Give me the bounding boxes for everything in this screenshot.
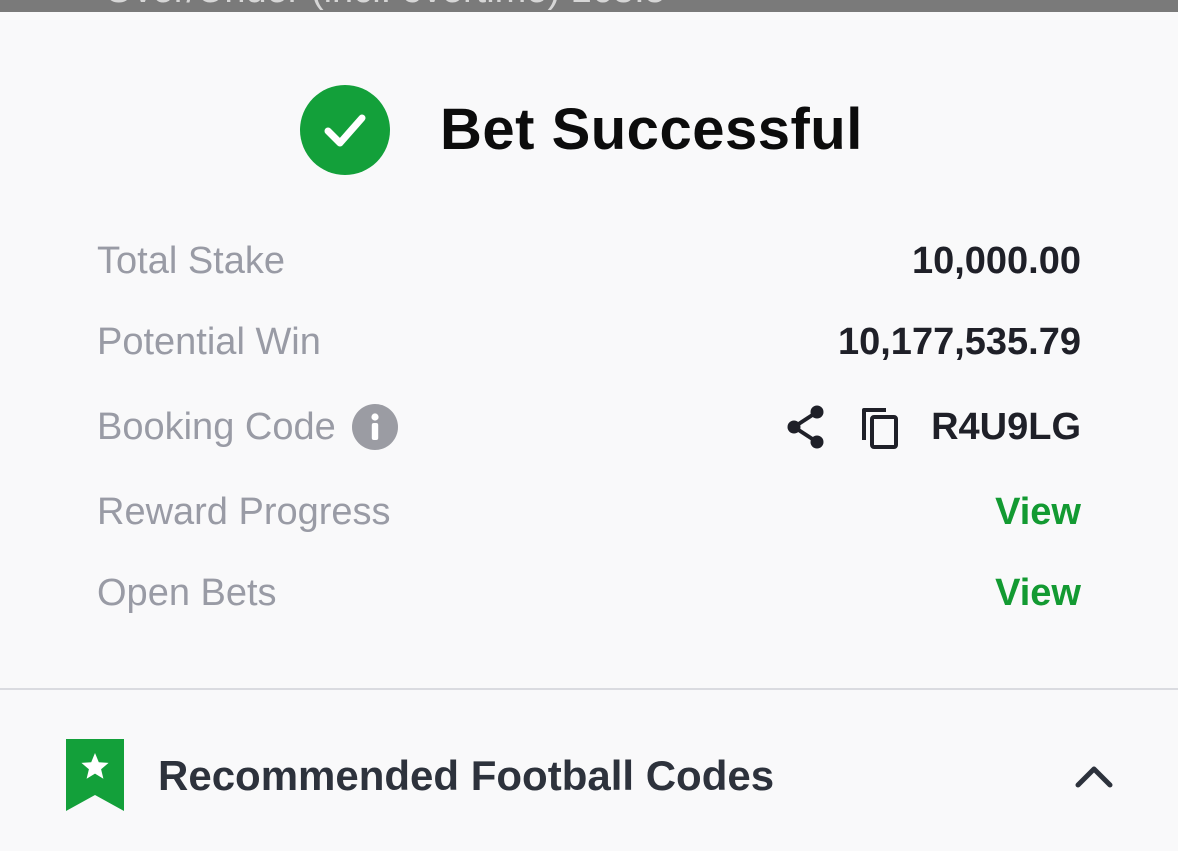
recommended-codes-header[interactable]: Recommended Football Codes <box>66 738 1118 814</box>
background-overlay: Over/Under (incl. overtime) 168.5 <box>0 0 1178 12</box>
potential-win-label: Potential Win <box>97 320 321 363</box>
total-stake-row: Total Stake 10,000.00 <box>97 231 1081 291</box>
recommended-codes-title: Recommended Football Codes <box>158 752 775 799</box>
bet-success-sheet: Over/Under (incl. overtime) 168.5 Bet Su… <box>0 0 1178 851</box>
total-stake-value: 10,000.00 <box>911 239 1081 282</box>
share-icon[interactable] <box>783 404 829 450</box>
chevron-up-icon[interactable] <box>1070 752 1118 800</box>
booking-code-value[interactable]: R4U9LG <box>931 406 1081 449</box>
open-bets-label: Open Bets <box>97 571 277 614</box>
total-stake-label: Total Stake <box>97 239 285 282</box>
booking-code-label-group: Booking Code <box>97 404 398 450</box>
booking-code-label: Booking Code <box>97 405 336 448</box>
potential-win-value: 10,177,535.79 <box>837 320 1081 363</box>
star-bookmark-icon <box>66 739 124 813</box>
section-divider <box>0 688 1178 690</box>
booking-code-row: Booking Code R4U9LG <box>97 397 1081 457</box>
open-bets-row: Open Bets View <box>97 563 1081 623</box>
copy-icon[interactable] <box>857 404 903 450</box>
success-header: Bet Successful <box>300 84 863 176</box>
reward-progress-view-link[interactable]: View <box>995 491 1081 534</box>
reward-progress-label: Reward Progress <box>97 490 391 533</box>
booking-code-value-group: R4U9LG <box>783 404 1081 450</box>
check-circle-icon <box>300 85 390 175</box>
page-title: Bet Successful <box>440 97 863 162</box>
open-bets-view-link[interactable]: View <box>995 572 1081 615</box>
background-market-text: Over/Under (incl. overtime) 168.5 <box>104 0 666 10</box>
info-icon[interactable] <box>351 404 398 450</box>
potential-win-row: Potential Win 10,177,535.79 <box>97 312 1081 372</box>
reward-progress-row: Reward Progress View <box>97 482 1081 542</box>
